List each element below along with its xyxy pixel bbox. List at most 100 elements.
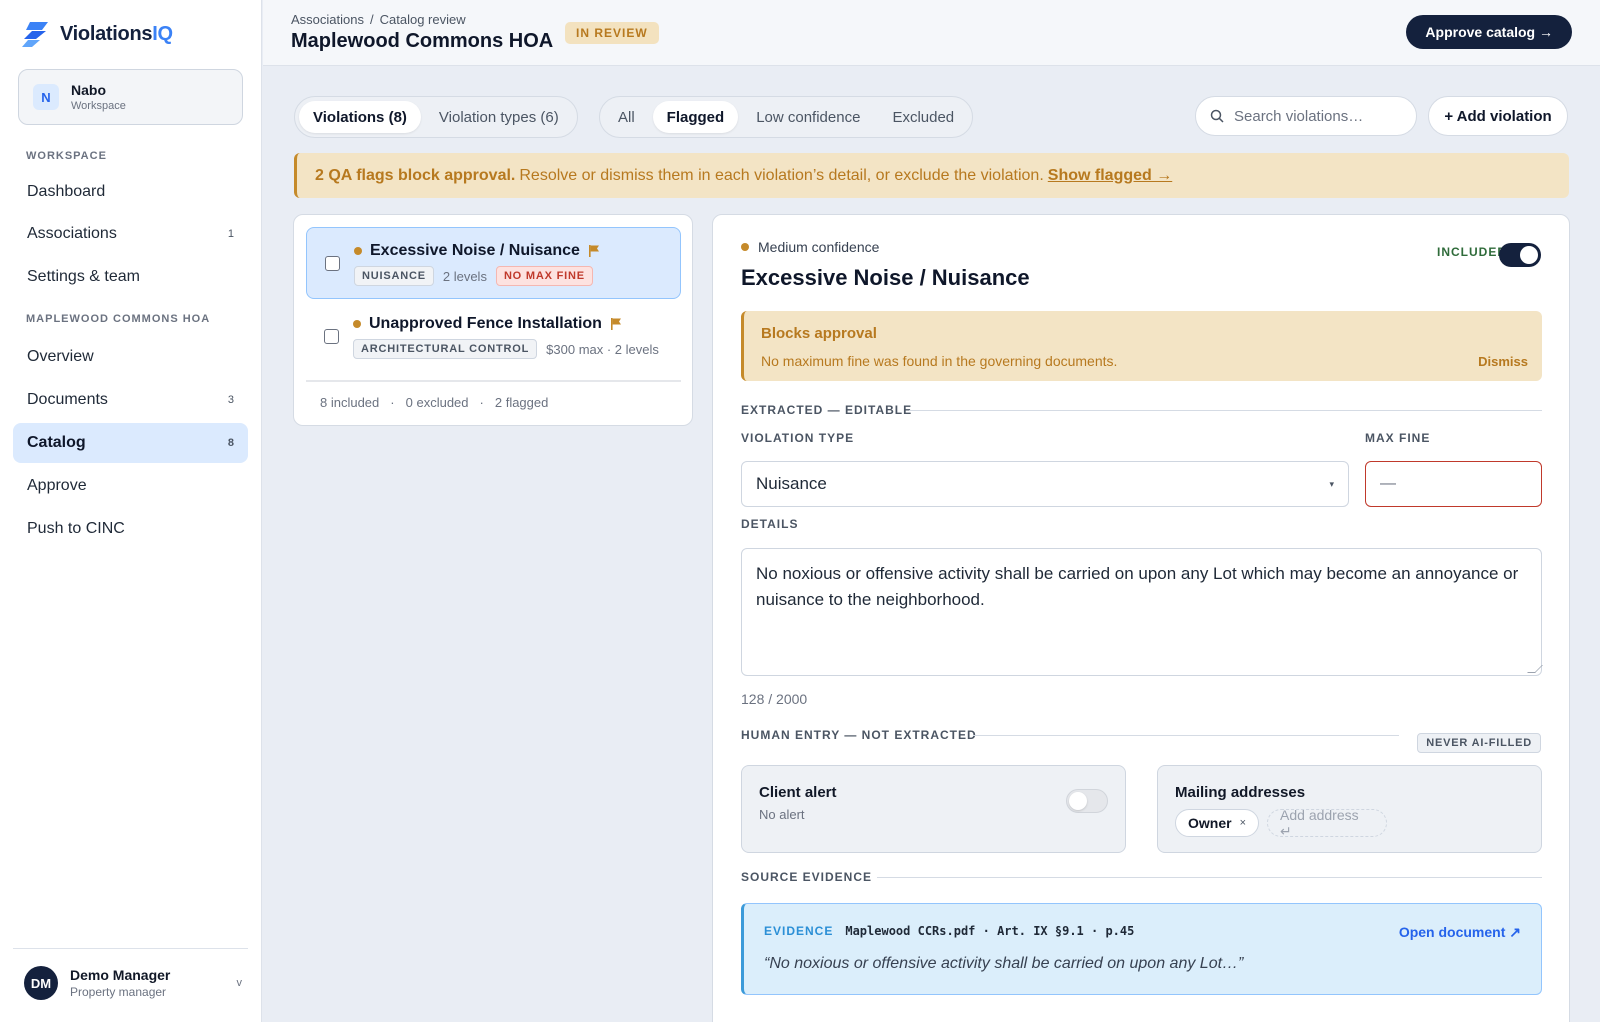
tab-violations[interactable]: Violations (8) bbox=[299, 101, 421, 133]
filter-all[interactable]: All bbox=[604, 101, 649, 133]
flag-icon bbox=[588, 245, 599, 257]
detail-title: Excessive Noise / Nuisance bbox=[741, 265, 1030, 290]
status-badge: IN REVIEW bbox=[565, 22, 659, 44]
included-toggle[interactable] bbox=[1499, 243, 1541, 267]
breadcrumb-associations[interactable]: Associations bbox=[291, 12, 364, 27]
confidence-label: Medium confidence bbox=[741, 239, 879, 255]
human-entry-heading: HUMAN ENTRY — NOT EXTRACTED bbox=[741, 728, 977, 742]
list-item[interactable]: Unapproved Fence Installation ARCHITECTU… bbox=[306, 301, 681, 373]
details-label: DETAILS bbox=[741, 517, 799, 531]
divider bbox=[973, 735, 1399, 736]
violation-list: Excessive Noise / Nuisance NUISANCE 2 le… bbox=[293, 214, 693, 426]
filter-flagged[interactable]: Flagged bbox=[652, 101, 739, 133]
list-summary: 8 included · 0 excluded · 2 flagged bbox=[320, 395, 549, 410]
client-alert-card: Client alert No alert bbox=[741, 765, 1126, 853]
mailing-addresses-card: Mailing addresses Owner × Add address ↵ bbox=[1157, 765, 1542, 853]
blocks-approval-alert: Blocks approval No maximum fine was foun… bbox=[741, 311, 1542, 381]
source-evidence-heading: SOURCE EVIDENCE bbox=[741, 870, 873, 884]
divider bbox=[909, 410, 1542, 411]
view-toggle: Violations (8) Violation types (6) bbox=[294, 96, 578, 138]
flag-icon bbox=[610, 318, 621, 330]
app-logo[interactable]: ViolationsIQ bbox=[22, 20, 173, 48]
resize-handle-icon[interactable] bbox=[1527, 665, 1543, 673]
sidebar-item-approve[interactable]: Approve bbox=[13, 466, 248, 506]
violation-type-label: VIOLATION TYPE bbox=[741, 431, 855, 445]
user-menu[interactable]: DM Demo Manager Property manager v bbox=[24, 966, 242, 1000]
filter-excluded[interactable]: Excluded bbox=[878, 101, 968, 133]
nav-section-hoa: MAPLEWOOD COMMONS HOA bbox=[26, 313, 211, 325]
violation-detail: Medium confidence Excessive Noise / Nuis… bbox=[712, 214, 1570, 1022]
show-flagged-link[interactable]: Show flagged → bbox=[1048, 167, 1172, 185]
type-tag: NUISANCE bbox=[354, 266, 434, 286]
mailing-title: Mailing addresses bbox=[1175, 784, 1306, 801]
extracted-heading: EXTRACTED — EDITABLE bbox=[741, 403, 913, 417]
workspace-switcher[interactable]: N Nabo Workspace bbox=[18, 69, 243, 125]
included-label: INCLUDED bbox=[1437, 245, 1507, 259]
row-checkbox[interactable] bbox=[324, 329, 339, 344]
qa-flags-banner: 2 QA flags block approval. Resolve or di… bbox=[294, 153, 1569, 198]
client-alert-sub: No alert bbox=[759, 807, 805, 822]
details-textarea[interactable]: No noxious or offensive activity shall b… bbox=[741, 548, 1543, 676]
avatar: DM bbox=[24, 966, 58, 1000]
breadcrumb: Associations / Catalog review bbox=[291, 12, 466, 27]
evidence-label: EVIDENCE bbox=[764, 924, 834, 938]
sidebar-item-push-to-cinc[interactable]: Push to CINC bbox=[13, 509, 248, 549]
violation-title: Unapproved Fence Installation bbox=[369, 315, 602, 332]
filter-toggle: All Flagged Low confidence Excluded bbox=[599, 96, 974, 138]
violation-title: Excessive Noise / Nuisance bbox=[370, 242, 580, 259]
close-icon[interactable]: × bbox=[1240, 817, 1246, 829]
block-title: Blocks approval bbox=[761, 325, 877, 342]
client-alert-title: Client alert bbox=[759, 784, 837, 801]
sidebar-divider bbox=[13, 948, 248, 949]
evidence-quote: “No noxious or offensive activity shall … bbox=[764, 955, 1244, 972]
sidebar-item-documents[interactable]: Documents 3 bbox=[13, 380, 248, 420]
block-text: No maximum fine was found in the governi… bbox=[761, 353, 1118, 369]
nav-count: 8 bbox=[227, 437, 234, 449]
max-fine-field[interactable]: — bbox=[1365, 461, 1542, 507]
banner-bold: 2 QA flags block approval. bbox=[315, 166, 516, 184]
sidebar: ViolationsIQ N Nabo Workspace WORKSPACE … bbox=[0, 0, 262, 1022]
violation-type-select[interactable]: Nuisance ▾ bbox=[741, 461, 1349, 507]
row-checkbox[interactable] bbox=[325, 256, 340, 271]
filter-low-confidence[interactable]: Low confidence bbox=[742, 101, 874, 133]
sidebar-item-overview[interactable]: Overview bbox=[13, 337, 248, 377]
open-document-link[interactable]: Open document ↗ bbox=[1399, 924, 1521, 941]
page-title: Maplewood Commons HOA bbox=[291, 30, 554, 52]
no-max-fine-tag: NO MAX FINE bbox=[495, 266, 593, 286]
add-address-input[interactable]: Add address ↵ bbox=[1267, 807, 1388, 839]
logo-text: ViolationsIQ bbox=[60, 22, 173, 45]
add-violation-button[interactable]: + Add violation bbox=[1428, 96, 1568, 136]
user-role: Property manager bbox=[70, 985, 167, 999]
breadcrumb-catalog-review: Catalog review bbox=[379, 12, 466, 27]
approve-catalog-button[interactable]: Approve catalog → bbox=[1406, 15, 1572, 49]
client-alert-toggle[interactable] bbox=[1066, 789, 1108, 813]
nav-count: 3 bbox=[227, 394, 234, 406]
confidence-dot bbox=[741, 243, 749, 251]
list-divider bbox=[306, 380, 681, 382]
search-input[interactable] bbox=[1234, 107, 1394, 125]
confidence-dot bbox=[353, 320, 361, 328]
levels-meta: 2 levels bbox=[442, 268, 487, 284]
workspace-name: Nabo bbox=[71, 82, 106, 98]
char-count: 128 / 2000 bbox=[741, 691, 808, 707]
sidebar-item-dashboard[interactable]: Dashboard bbox=[13, 172, 248, 212]
page-header: Associations / Catalog review Maplewood Co… bbox=[263, 0, 1600, 66]
tab-violation-types[interactable]: Violation types (6) bbox=[425, 101, 573, 133]
workspace-avatar: N bbox=[33, 84, 59, 110]
sidebar-item-catalog[interactable]: Catalog 8 bbox=[13, 423, 248, 463]
sidebar-item-associations[interactable]: Associations 1 bbox=[13, 214, 248, 254]
never-ai-filled-badge: NEVER AI-FILLED bbox=[1417, 733, 1541, 753]
owner-chip[interactable]: Owner × bbox=[1175, 809, 1260, 837]
nav-count: 1 bbox=[227, 228, 234, 240]
nav-section-workspace: WORKSPACE bbox=[26, 150, 107, 162]
workspace-sub: Workspace bbox=[71, 100, 126, 112]
dismiss-button[interactable]: Dismiss bbox=[1478, 354, 1528, 369]
sidebar-item-settings[interactable]: Settings & team bbox=[13, 257, 248, 297]
evidence-source: Maplewood CCRs.pdf · Art. IX §9.1 · p.45 bbox=[845, 924, 1135, 938]
list-item[interactable]: Excessive Noise / Nuisance NUISANCE 2 le… bbox=[306, 227, 681, 299]
confidence-dot bbox=[354, 247, 362, 255]
search-icon bbox=[1210, 109, 1224, 123]
logo-bolt-icon bbox=[22, 22, 48, 47]
type-tag: ARCHITECTURAL CONTROL bbox=[353, 339, 538, 359]
chevron-down-icon[interactable]: v bbox=[237, 977, 243, 989]
